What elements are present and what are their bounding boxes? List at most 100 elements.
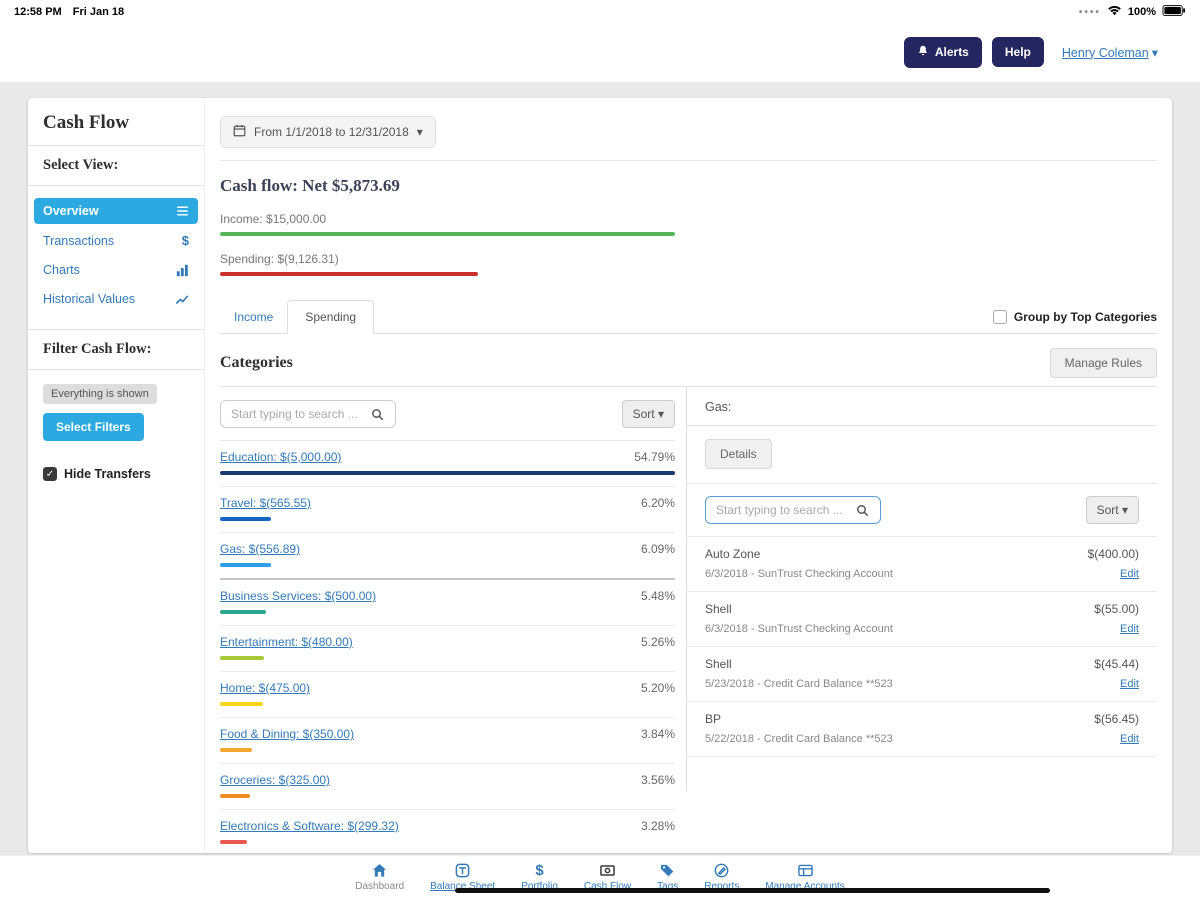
hide-transfers-row[interactable]: ✓ Hide Transfers (43, 467, 189, 481)
date-range-button[interactable]: From 1/1/2018 to 12/31/2018 ▾ (220, 116, 436, 148)
transaction-name: Shell (705, 602, 893, 616)
category-percent: 3.84% (641, 727, 675, 741)
categories-header-row: Categories Manage Rules (220, 348, 1157, 387)
content-columns: Sort ▾ Education: $(5,000.00)54.79%Trave… (220, 387, 1157, 853)
edit-link[interactable]: Edit (1094, 678, 1139, 690)
screen: 12:58 PM Fri Jan 18 •••• 100% Alerts Hel… (0, 0, 1200, 900)
bottom-nav: DashboardBalance Sheet$PortfolioCash Flo… (0, 855, 1200, 900)
category-link[interactable]: Travel: $(565.55) (220, 496, 311, 510)
category-row: Gas: $(556.89)6.09% (220, 533, 675, 580)
cellular-signal-icon: •••• (1079, 7, 1101, 18)
detail-sort-button[interactable]: Sort ▾ (1086, 496, 1139, 524)
home-indicator[interactable] (455, 888, 1050, 893)
transaction-row: Shell5/23/2018 - Credit Card Balance **5… (687, 647, 1157, 702)
category-search-input[interactable] (221, 401, 361, 427)
manage-accounts-icon (797, 862, 814, 878)
select-filters-button[interactable]: Select Filters (43, 413, 144, 441)
categories-title: Categories (220, 354, 293, 372)
tags-icon (660, 862, 675, 878)
transaction-row: Shell 6/3/2018 - SunTrust Checking Accoun… (687, 592, 1157, 647)
category-bar (220, 702, 263, 706)
category-link[interactable]: Education: $(5,000.00) (220, 450, 341, 464)
sidebar-item-historical-values[interactable]: Historical Values (34, 286, 198, 312)
status-bar: 12:58 PM Fri Jan 18 •••• 100% (0, 0, 1200, 22)
category-bar (220, 748, 252, 752)
caret-down-icon: ▾ (417, 125, 423, 139)
category-link[interactable]: Home: $(475.00) (220, 681, 310, 695)
date-label: Fri Jan 18 (73, 6, 124, 18)
category-link[interactable]: Groceries: $(325.00) (220, 773, 330, 787)
category-link[interactable]: Entertainment: $(480.00) (220, 635, 353, 649)
category-link[interactable]: Electronics & Software: $(299.32) (220, 819, 399, 833)
category-row: Food & Dining: $(350.00) 3.84% (220, 718, 675, 764)
reports-icon (714, 862, 729, 878)
category-list: Education: $(5,000.00)54.79%Travel: $(56… (220, 441, 675, 853)
help-button[interactable]: Help (992, 37, 1044, 67)
category-column: Sort ▾ Education: $(5,000.00)54.79%Trave… (220, 387, 675, 853)
category-percent: 3.28% (641, 819, 675, 833)
alerts-button[interactable]: Alerts (904, 37, 982, 68)
category-toolbar: Sort ▾ (220, 400, 675, 441)
alerts-button-label: Alerts (935, 45, 969, 59)
caret-down-icon: ▾ (1152, 45, 1158, 60)
detail-toolbar: Sort ▾ (687, 484, 1157, 536)
category-bar (220, 563, 271, 567)
transaction-name: Shell (705, 657, 893, 671)
category-row: Travel: $(565.55) 6.20% (220, 487, 675, 533)
tabs-row: Income Spending Group by Top Categories (220, 300, 1157, 334)
net-cash-flow-title: Cash flow: Net $5,873.69 (220, 176, 1157, 196)
sidebar: Cash Flow Select View: OverviewTransacti… (28, 98, 205, 853)
status-left: 12:58 PM Fri Jan 18 (14, 6, 132, 18)
detail-panel: Gas: Details Sort ▾ Auto Zone6/3/2018 - … (686, 387, 1157, 791)
details-button[interactable]: Details (705, 439, 772, 469)
hide-transfers-label: Hide Transfers (64, 467, 151, 481)
edit-link[interactable]: Edit (1094, 733, 1139, 745)
category-bar (220, 794, 250, 798)
battery-percent: 100% (1128, 6, 1156, 18)
income-bar (220, 232, 675, 236)
sidebar-item-transactions[interactable]: Transactions$ (34, 227, 198, 254)
category-row: Groceries: $(325.00) 3.56% (220, 764, 675, 810)
transaction-amount: $(55.00) (1094, 602, 1139, 616)
tab-spending[interactable]: Spending (287, 300, 374, 334)
edit-link[interactable]: Edit (1094, 623, 1139, 635)
transaction-row: BP5/22/2018 - Credit Card Balance **523$… (687, 702, 1157, 757)
sidebar-item-overview[interactable]: Overview (34, 198, 198, 224)
category-percent: 5.20% (641, 681, 675, 695)
tab-income[interactable]: Income (220, 301, 287, 333)
category-row: Electronics & Software: $(299.32) 3.28% (220, 810, 675, 853)
category-search-box (220, 400, 396, 428)
sidebar-item-label: Historical Values (43, 292, 135, 306)
hide-transfers-checkbox[interactable]: ✓ (43, 467, 57, 481)
filter-status-badge: Everything is shown (43, 384, 157, 404)
edit-link[interactable]: Edit (1088, 568, 1139, 580)
sidebar-item-charts[interactable]: Charts (34, 257, 198, 283)
sidebar-item-label: Transactions (43, 234, 114, 248)
group-by-label: Group by Top Categories (1014, 310, 1157, 324)
nav-label: Dashboard (355, 881, 404, 892)
transaction-meta: 6/3/2018 - SunTrust Checking Account (705, 623, 893, 635)
category-percent: 6.20% (641, 496, 675, 510)
manage-rules-button[interactable]: Manage Rules (1050, 348, 1157, 378)
category-sort-button[interactable]: Sort ▾ (622, 400, 675, 428)
nav-item-dashboard[interactable]: Dashboard (355, 862, 404, 892)
detail-search-box (705, 496, 881, 524)
app-header: Alerts Help Henry Coleman▾ (0, 22, 1200, 82)
category-link[interactable]: Food & Dining: $(350.00) (220, 727, 354, 741)
transaction-meta: 5/22/2018 - Credit Card Balance **523 (705, 733, 893, 745)
category-percent: 3.56% (641, 773, 675, 787)
category-bar (220, 656, 264, 660)
home-icon (372, 862, 387, 878)
group-by-checkbox[interactable] (993, 310, 1007, 324)
transaction-name: Auto Zone (705, 547, 893, 561)
detail-search-input[interactable] (706, 497, 846, 523)
clock: 12:58 PM (14, 6, 62, 18)
sidebar-item-label: Charts (43, 263, 80, 277)
user-name: Henry Coleman (1062, 46, 1149, 60)
page-title: Cash Flow (28, 98, 204, 146)
group-by-top-categories[interactable]: Group by Top Categories (993, 310, 1157, 333)
spending-label: Spending: $(9,126.31) (220, 252, 1157, 266)
user-menu-link[interactable]: Henry Coleman▾ (1062, 45, 1158, 60)
category-link[interactable]: Business Services: $(500.00) (220, 589, 376, 603)
category-link[interactable]: Gas: $(556.89) (220, 542, 300, 556)
